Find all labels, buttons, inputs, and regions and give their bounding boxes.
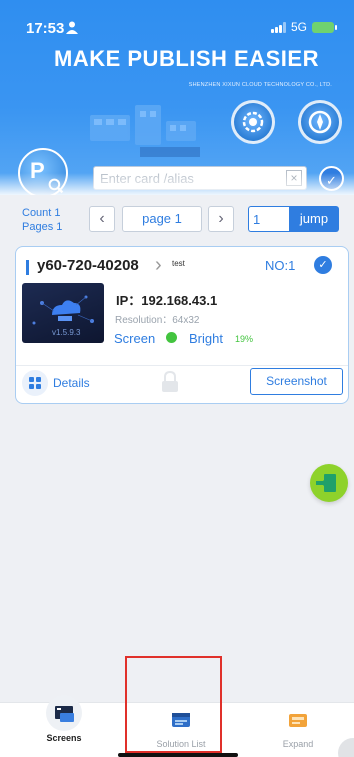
- card-name: y60-720-40208: [37, 257, 139, 274]
- count-summary: Count 1 Pages 1: [22, 206, 62, 234]
- magnifier-icon: [48, 178, 64, 194]
- tab-expand[interactable]: Expand: [263, 709, 333, 749]
- next-page-button[interactable]: ›: [208, 206, 234, 232]
- details-button[interactable]: Details: [53, 376, 90, 390]
- thumbnail-version: v1.5.9.3: [52, 328, 81, 337]
- count-label: Count 1: [22, 207, 61, 219]
- screen-status-label: Screen: [114, 331, 156, 346]
- home-indicator[interactable]: [118, 753, 238, 757]
- highlight-annotation-box: [125, 656, 222, 753]
- app-logo: P: [18, 148, 68, 195]
- decorative-blocks-illustration: [90, 105, 200, 157]
- status-indicators: 5G: [270, 20, 337, 34]
- banner-subtitle: SHENZHEN XIXUN CLOUD TECHNOLOGY CO., LTD…: [188, 82, 332, 88]
- screens-icon: [46, 695, 82, 731]
- floating-action-button[interactable]: [310, 464, 348, 502]
- search-field[interactable]: ×: [93, 166, 307, 190]
- pages-label: Pages 1: [22, 221, 63, 233]
- header-banner: 17:53 5G MAKE PUBLISH EASIER SHENZHEN XI…: [0, 0, 354, 195]
- jump-page-input[interactable]: [248, 206, 290, 232]
- logo-letter: P: [30, 158, 45, 183]
- battery-icon: [312, 21, 337, 33]
- screen-card[interactable]: y60-720-40208 › test NO:1 ✓ v1.5.9.3 IP：…: [15, 246, 349, 404]
- tab-label: Screens: [46, 733, 82, 743]
- card-divider: [16, 365, 348, 366]
- jump-button[interactable]: jump: [289, 206, 339, 232]
- card-selected-check-icon[interactable]: ✓: [314, 256, 332, 274]
- person-icon: [66, 21, 78, 34]
- lock-icon[interactable]: [161, 371, 179, 393]
- banner-title: MAKE PUBLISH EASIER: [54, 46, 319, 71]
- clear-search-icon[interactable]: ×: [286, 170, 302, 186]
- current-page-label[interactable]: page 1: [122, 206, 202, 232]
- card-accent-bar: [26, 260, 29, 275]
- tab-screens[interactable]: Screens: [29, 695, 99, 743]
- compass-icon[interactable]: [298, 100, 342, 144]
- status-time: 17:53: [26, 20, 65, 37]
- brightness-value: 19%: [235, 334, 254, 344]
- previous-page-button[interactable]: ‹: [89, 206, 115, 232]
- screenshot-button[interactable]: Screenshot: [250, 368, 343, 395]
- grid-icon[interactable]: [22, 370, 48, 396]
- resolution: Resolution：64x32: [115, 315, 200, 326]
- screen-status-dot: [166, 332, 177, 343]
- search-input[interactable]: [100, 169, 280, 187]
- expand-icon: [289, 714, 307, 727]
- brightness-label: Bright: [189, 331, 223, 346]
- signal-icon: [270, 21, 286, 33]
- card-alias: test: [172, 259, 185, 268]
- select-all-check-icon[interactable]: ✓: [319, 166, 344, 191]
- chevron-right-icon: ›: [218, 210, 224, 227]
- card-thumbnail[interactable]: v1.5.9.3: [22, 283, 104, 343]
- chevron-left-icon: ‹: [99, 210, 105, 227]
- settings-gear-icon[interactable]: [231, 100, 275, 144]
- tab-label: Expand: [282, 739, 314, 749]
- card-number: NO:1: [265, 258, 296, 273]
- ip-address: IP：192.168.43.1: [116, 293, 218, 308]
- network-label: 5G: [290, 20, 307, 34]
- chevron-right-icon[interactable]: ›: [155, 254, 162, 277]
- exit-door-icon: [316, 474, 336, 492]
